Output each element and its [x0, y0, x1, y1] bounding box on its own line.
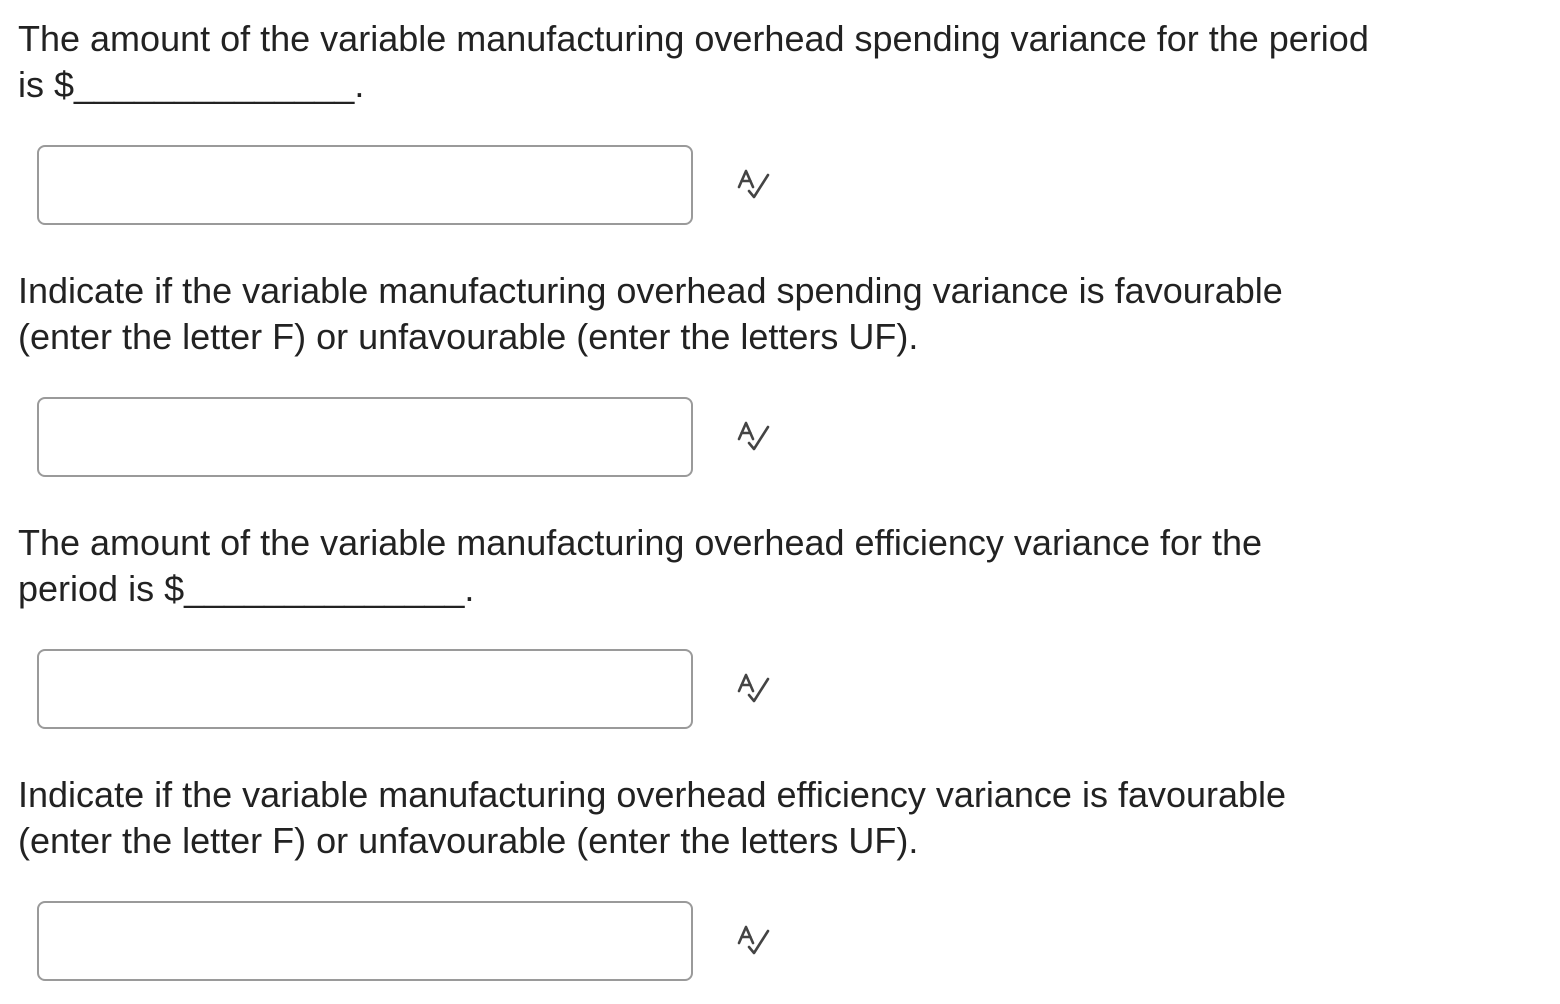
question-3-line-1: The amount of the variable manufacturing… [18, 522, 1263, 563]
question-text-2: Indicate if the variable manufacturing o… [18, 268, 1518, 360]
spell-check-icon[interactable] [733, 921, 773, 961]
question-3-line-2: period is $______________. [18, 568, 475, 609]
spell-check-icon[interactable] [733, 165, 773, 205]
question-text-1: The amount of the variable manufacturing… [18, 16, 1518, 108]
answer-input-2[interactable] [37, 397, 693, 477]
answer-input-3[interactable] [37, 649, 693, 729]
question-1-line-2: is $______________. [18, 64, 365, 105]
question-4-line-1: Indicate if the variable manufacturing o… [18, 774, 1287, 815]
question-4-line-2: (enter the letter F) or unfavourable (en… [18, 820, 919, 861]
question-text-4: Indicate if the variable manufacturing o… [18, 772, 1518, 864]
question-text-3: The amount of the variable manufacturing… [18, 520, 1518, 612]
answer-input-4[interactable] [37, 901, 693, 981]
question-2-line-2: (enter the letter F) or unfavourable (en… [18, 316, 919, 357]
question-2-line-1: Indicate if the variable manufacturing o… [18, 270, 1283, 311]
spell-check-icon[interactable] [733, 417, 773, 457]
spell-check-icon[interactable] [733, 669, 773, 709]
answer-input-1[interactable] [37, 145, 693, 225]
question-1-line-1: The amount of the variable manufacturing… [18, 18, 1369, 59]
